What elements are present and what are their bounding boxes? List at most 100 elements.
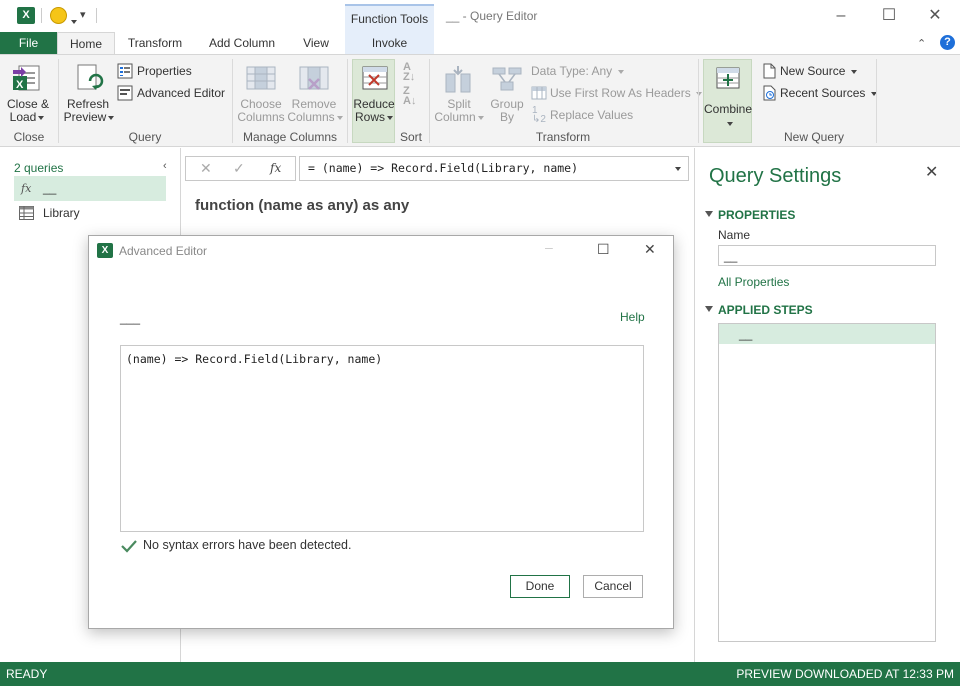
help-icon[interactable]: ?	[940, 35, 955, 50]
function-signature: function (name as any) as any	[195, 197, 410, 214]
status-ready: READY	[6, 667, 48, 681]
sort-group-label: Sort	[399, 130, 422, 144]
dialog-title: Advanced Editor	[119, 244, 208, 258]
collapse-ribbon-icon[interactable]: ⌃	[917, 37, 926, 50]
tab-home[interactable]: Home	[57, 32, 115, 55]
advanced-editor-button[interactable]: Advanced Editor	[117, 85, 237, 103]
tab-invoke[interactable]: Invoke	[345, 32, 434, 55]
table-icon	[19, 206, 34, 220]
collapse-steps-icon[interactable]	[705, 306, 713, 312]
function-tools-context-label: Function Tools	[345, 4, 434, 32]
code-editor[interactable]: (name) => Record.Field(Library, name)	[120, 345, 644, 532]
advanced-editor-dialog: X Advanced Editor – ☐ ✕ ___ Help (name) …	[88, 235, 674, 629]
choose-columns-label-2: Columns	[237, 110, 285, 124]
excel-logo-icon: X	[17, 7, 35, 24]
combine-button[interactable]: Combine	[703, 59, 752, 143]
minimize-icon[interactable]: –	[826, 5, 856, 27]
cancel-formula-icon[interactable]: ✕	[200, 160, 212, 177]
replace-values-button[interactable]: 1 ↳2 Replace Values	[531, 105, 651, 125]
data-type-label-wrap: Data Type: Any	[531, 64, 624, 78]
ribbon: X Close & Load Close Refresh Preview Pro…	[0, 54, 960, 147]
query-editor-window: X ▾ Function Tools __ - Query Editor – ☐…	[0, 0, 960, 686]
new-source-label-wrap: New Source	[780, 64, 857, 78]
check-icon	[121, 540, 137, 553]
formula-input[interactable]: = (name) => Record.Field(Library, name)	[299, 156, 689, 181]
reduce-rows-label-2: Rows	[353, 111, 395, 124]
ribbon-tabs: File Home Transform Add Column View Invo…	[0, 32, 960, 55]
qat-divider	[41, 8, 42, 23]
group-separator	[429, 59, 430, 143]
sort-descending-icon[interactable]: Z A↓	[403, 86, 416, 107]
group-separator	[58, 59, 59, 143]
remove-columns-label-2-text: Columns	[287, 110, 335, 124]
data-type-dropdown[interactable]: Data Type: Any	[531, 63, 691, 79]
query-name-input[interactable]: __	[718, 245, 936, 266]
recent-sources-label: Recent Sources	[780, 86, 866, 100]
first-row-label-wrap: Use First Row As Headers	[550, 86, 703, 100]
formula-text: = (name) => Record.Field(Library, name)	[308, 161, 579, 175]
cancel-button[interactable]: Cancel	[583, 575, 643, 598]
syntax-status: No syntax errors have been detected.	[143, 538, 352, 552]
confirm-formula-icon[interactable]: ✓	[233, 160, 245, 177]
query-item-function[interactable]: fx __	[14, 176, 166, 201]
group-by-label-2: By	[499, 110, 514, 124]
choose-columns-icon	[246, 66, 276, 90]
status-bar: READY PREVIEW DOWNLOADED AT 12:33 PM	[0, 662, 960, 686]
smiley-feedback-icon[interactable]	[50, 7, 67, 24]
collapse-properties-icon[interactable]	[705, 211, 713, 217]
window-title: __ - Query Editor	[446, 9, 538, 23]
dialog-maximize-icon[interactable]: ☐	[597, 241, 610, 258]
feedback-dropdown-icon[interactable]	[69, 14, 77, 28]
first-row-label: Use First Row As Headers	[550, 86, 691, 100]
close-group-label: Close	[13, 130, 45, 144]
all-properties-link[interactable]: All Properties	[718, 275, 789, 289]
reduce-rows-label-2-text: Rows	[354, 110, 385, 124]
recent-sources-button[interactable]: Recent Sources	[761, 85, 877, 101]
fx-icon[interactable]: fx	[270, 161, 281, 175]
query-item-label: Library	[43, 206, 80, 220]
group-separator	[347, 59, 348, 143]
close-settings-icon[interactable]: ✕	[925, 162, 938, 182]
expand-formula-icon[interactable]	[673, 157, 681, 180]
new-source-icon	[763, 63, 776, 79]
query-settings-pane: Query Settings ✕ PROPERTIES Name __ All …	[694, 148, 960, 662]
applied-steps-list: __	[718, 323, 936, 642]
new-source-label: New Source	[780, 64, 846, 78]
tab-transform[interactable]: Transform	[120, 32, 190, 55]
done-button[interactable]: Done	[510, 575, 570, 598]
new-source-button[interactable]: New Source	[761, 63, 861, 79]
remove-columns-icon	[299, 66, 329, 90]
properties-button[interactable]: Properties	[117, 63, 237, 81]
tab-add-column[interactable]: Add Column	[198, 32, 286, 55]
properties-label: Properties	[137, 64, 192, 78]
combine-label: Combine	[704, 102, 753, 116]
replace-values-icon: 1 ↳2	[532, 105, 546, 125]
split-column-label-2: Column	[432, 111, 486, 124]
sort-ascending-icon[interactable]: A Z↓	[403, 62, 415, 83]
query-group-label: Query	[128, 130, 162, 144]
query-item-label: __	[43, 181, 57, 195]
title-bar: X ▾ Function Tools __ - Query Editor – ☐…	[0, 0, 960, 32]
close-icon[interactable]: ✕	[920, 5, 950, 27]
reduce-rows-button[interactable]: Reduce Rows	[352, 59, 395, 143]
replace-values-label: Replace Values	[550, 108, 634, 122]
recent-sources-icon	[763, 85, 776, 101]
dialog-close-icon[interactable]: ✕	[644, 241, 656, 258]
group-separator	[232, 59, 233, 143]
query-item-library[interactable]: Library	[14, 201, 166, 226]
maximize-icon[interactable]: ☐	[874, 5, 904, 27]
qat-divider	[96, 8, 97, 23]
tab-view[interactable]: View	[294, 32, 338, 55]
tab-file[interactable]: File	[0, 32, 57, 55]
close-load-icon: X	[13, 65, 40, 91]
svg-text:X: X	[16, 79, 24, 91]
refresh-icon	[77, 64, 104, 90]
collapse-pane-icon[interactable]: ‹	[163, 160, 167, 172]
use-first-row-as-headers-button[interactable]: Use First Row As Headers	[531, 85, 703, 101]
applied-step-item[interactable]: __	[719, 324, 935, 344]
customize-qat-icon[interactable]: ▾	[80, 8, 86, 21]
dialog-minimize-icon[interactable]: –	[545, 239, 553, 255]
advanced-editor-label: Advanced Editor	[137, 86, 226, 100]
properties-header: PROPERTIES	[718, 208, 796, 222]
dialog-help-link[interactable]: Help	[620, 310, 645, 324]
